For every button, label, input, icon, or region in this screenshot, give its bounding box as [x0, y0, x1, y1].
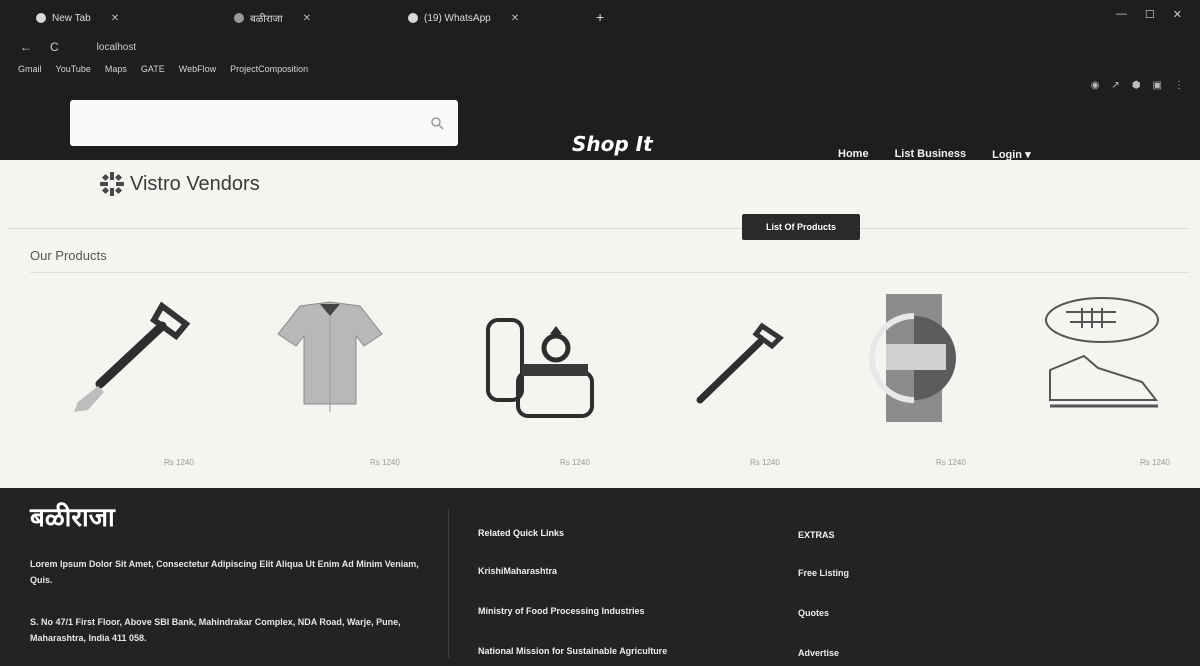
list-of-products-button[interactable]: List Of Products	[742, 214, 860, 240]
window-controls: — ☐ ✕	[1116, 8, 1182, 21]
close-icon[interactable]: ✕	[303, 13, 311, 24]
product-price: Rs 1240	[560, 458, 590, 467]
maximize-icon[interactable]: ☐	[1145, 8, 1155, 21]
footer-link-krishi[interactable]: KrishiMaharashtra	[478, 566, 778, 576]
vendor-logo[interactable]: Vistro Vendors	[98, 170, 260, 198]
footer-quick-links: Related Quick Links KrishiMaharashtra Mi…	[478, 528, 778, 666]
tab-whatsapp[interactable]: (19) WhatsApp ✕	[400, 6, 590, 30]
product-price: Rs 1240	[370, 458, 400, 467]
extensions-puzzle-icon[interactable]: ⬢	[1132, 80, 1141, 91]
footer-link-advertise[interactable]: Advertise	[798, 648, 998, 658]
logo-mark-icon	[100, 172, 124, 196]
sneaker-icon	[1045, 297, 1159, 408]
tab-label: New Tab	[52, 12, 91, 24]
footer-description: Lorem Ipsum Dolor Sit Amet, Consectetur …	[30, 559, 419, 585]
shovel-icon	[74, 301, 191, 412]
product-card[interactable]: Rs 1240	[840, 288, 1020, 478]
product-card[interactable]: Rs 1240	[1010, 288, 1190, 478]
address-bar[interactable]: localhost	[97, 42, 136, 53]
new-tab-icon[interactable]: +	[596, 9, 604, 25]
page-body: Vistro Vendors List Of Products Our Prod…	[0, 160, 1200, 488]
product-price: Rs 1240	[164, 458, 194, 467]
sidebar-icon[interactable]: ▣	[1153, 80, 1162, 91]
bookmarks-bar: Gmail YouTube Maps GATE WebFlow ProjectC…	[18, 64, 308, 74]
shovel-icon	[696, 322, 784, 404]
site-footer: बळीराजा Lorem Ipsum Dolor Sit Amet, Cons…	[0, 488, 1200, 666]
tab-favicon-icon	[234, 13, 244, 23]
footer-address: S. No 47/1 First Floor, Above SBI Bank, …	[30, 617, 401, 643]
section-title: Our Products	[30, 248, 107, 263]
search-input[interactable]	[70, 100, 458, 146]
footer-about: बळीराजा Lorem Ipsum Dolor Sit Amet, Cons…	[30, 498, 430, 646]
tab-new-tab[interactable]: New Tab ✕	[28, 6, 228, 30]
back-icon[interactable]: ←	[20, 40, 32, 54]
extras-heading: EXTRAS	[798, 530, 835, 540]
product-card[interactable]: Rs 1240	[240, 288, 420, 478]
divider	[30, 272, 1190, 273]
close-window-icon[interactable]: ✕	[1173, 8, 1182, 21]
share-icon[interactable]: ↗	[1111, 80, 1119, 91]
bookmark-project[interactable]: ProjectComposition	[230, 64, 308, 74]
ring-box-icon	[486, 318, 594, 418]
menu-icon[interactable]: ⋮	[1174, 80, 1184, 91]
footer-link-nmsa[interactable]: National Mission for Sustainable Agricul…	[478, 646, 778, 656]
browser-chrome: New Tab ✕ बळीराजा ✕ (19) WhatsApp ✕ + — …	[0, 0, 1200, 161]
bookmark-youtube[interactable]: YouTube	[56, 64, 91, 74]
tab-strip: New Tab ✕ बळीराजा ✕ (19) WhatsApp ✕ + — …	[0, 0, 1200, 34]
product-price: Rs 1240	[750, 458, 780, 467]
footer-link-free-listing[interactable]: Free Listing	[798, 568, 998, 578]
bookmark-webflow[interactable]: WebFlow	[179, 64, 216, 74]
product-price: Rs 1240	[936, 458, 966, 467]
footer-link-quotes[interactable]: Quotes	[798, 608, 998, 618]
site-brand[interactable]: Shop It	[572, 132, 653, 156]
search-icon[interactable]	[430, 116, 444, 130]
vendor-name: Vistro Vendors	[130, 172, 260, 195]
product-price: Rs 1240	[1140, 458, 1170, 467]
divider	[8, 228, 1188, 229]
reload-icon[interactable]: C	[50, 40, 59, 54]
address-row: ← C localhost	[0, 34, 1200, 60]
quick-links-heading: Related Quick Links	[478, 528, 565, 538]
product-card[interactable]: Rs 1240	[650, 288, 830, 478]
tab-baliraja[interactable]: बळीराजा ✕	[226, 6, 416, 30]
shirt-icon	[277, 301, 383, 412]
product-image-icon	[869, 294, 956, 422]
extension-icon[interactable]: ◉	[1091, 80, 1100, 91]
footer-extras: EXTRAS Free Listing Quotes Advertise	[798, 530, 998, 666]
footer-link-mofpi[interactable]: Ministry of Food Processing Industries	[478, 606, 778, 616]
product-grid: Rs 1240 Rs 1240 Rs 1240 Rs 1240 Rs 1240 …	[0, 288, 1200, 488]
product-card[interactable]: Rs 1240	[40, 288, 220, 478]
bookmark-maps[interactable]: Maps	[105, 64, 127, 74]
whatsapp-icon	[408, 13, 418, 23]
extension-icons: ◉ ↗ ⬢ ▣ ⋮	[1091, 80, 1184, 91]
minimize-icon[interactable]: —	[1116, 8, 1127, 21]
close-icon[interactable]: ✕	[111, 13, 119, 24]
product-card[interactable]: Rs 1240	[440, 288, 620, 478]
close-icon[interactable]: ✕	[511, 13, 519, 24]
tab-label: बळीराजा	[250, 14, 283, 25]
footer-divider	[448, 508, 449, 658]
tab-label: (19) WhatsApp	[424, 12, 491, 24]
bookmark-gmail[interactable]: Gmail	[18, 64, 42, 74]
footer-title: बळीराजा	[30, 503, 115, 533]
tab-favicon-icon	[36, 13, 46, 23]
bookmark-gate[interactable]: GATE	[141, 64, 165, 74]
